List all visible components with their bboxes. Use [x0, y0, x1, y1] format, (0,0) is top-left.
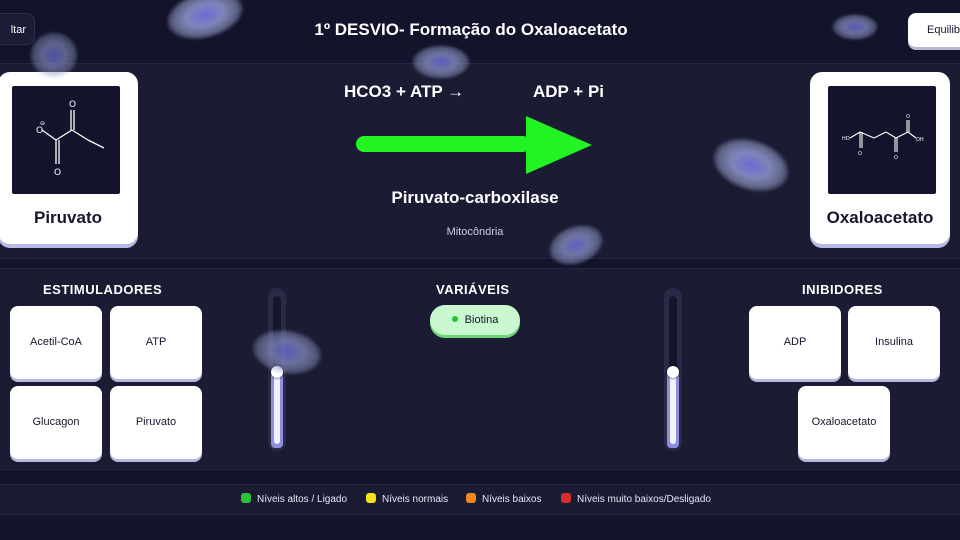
stimulators-title: ESTIMULADORES: [43, 282, 163, 297]
legend-item: Níveis baixos: [466, 493, 542, 505]
reaction-inputs: HCO3 + ATP →: [344, 82, 465, 101]
location-label: Mitocôndria: [446, 226, 504, 238]
svg-text:O: O: [858, 151, 862, 157]
legend-bar: Níveis altos / Ligado Níveis normais Nív…: [0, 484, 960, 515]
legend-label: Níveis muito baixos/Desligado: [577, 494, 711, 505]
chip-label: Biotina: [464, 314, 499, 326]
inhibitor-card[interactable]: Oxaloacetato: [798, 386, 890, 459]
substrate-card[interactable]: O ⊖ O O Piruvato: [0, 72, 138, 244]
slider-thumb[interactable]: [667, 366, 679, 378]
stimulator-card[interactable]: Glucagon: [10, 386, 102, 459]
inhibitor-card[interactable]: ADP: [749, 306, 841, 379]
legend-swatch: [366, 493, 376, 504]
svg-text:O: O: [894, 155, 898, 161]
svg-text:OH: OH: [916, 137, 924, 143]
legend-label: Níveis normais: [382, 494, 449, 505]
inhibitor-level-slider[interactable]: [664, 288, 682, 451]
svg-text:⊖: ⊖: [40, 120, 45, 127]
slider-fill: [667, 369, 679, 448]
svg-text:O: O: [906, 114, 910, 120]
legend-swatch: [561, 493, 571, 504]
slider-fill: [271, 369, 283, 448]
oxaloacetate-structure-icon: HO O O O OH: [828, 86, 936, 194]
legend-swatch: [241, 493, 251, 504]
substrate-name: Piruvato: [33, 208, 103, 227]
status-dot-icon: [451, 316, 458, 323]
svg-text:HO: HO: [842, 136, 850, 142]
inhibitors-title: INIBIDORES: [802, 282, 883, 297]
stimulator-card[interactable]: ATP: [110, 306, 202, 379]
stimulator-level-slider[interactable]: [268, 288, 286, 451]
slider-thumb[interactable]: [271, 366, 283, 378]
variables-title: VARIÁVEIS: [436, 282, 510, 297]
legend-label: Níveis altos / Ligado: [257, 494, 348, 505]
svg-text:O: O: [36, 126, 43, 136]
svg-text:O: O: [69, 100, 76, 110]
legend-item: Níveis altos / Ligado: [241, 493, 348, 505]
page-title: 1º DESVIO- Formação do Oxaloacetato: [314, 20, 628, 39]
legend-item: Níveis normais: [366, 493, 449, 505]
equilibrium-button[interactable]: Equilib: [908, 13, 960, 47]
product-name: Oxaloacetato: [826, 208, 934, 227]
stimulator-card[interactable]: Acetil-CoA: [10, 306, 102, 379]
svg-text:O: O: [54, 168, 61, 178]
stimulator-card[interactable]: Piruvato: [110, 386, 202, 459]
product-card[interactable]: HO O O O OH Oxaloacetato: [810, 72, 950, 244]
biotina-chip[interactable]: Biotina: [430, 305, 520, 335]
reaction-outputs: ADP + Pi: [533, 82, 605, 101]
legend-item: Níveis muito baixos/Desligado: [561, 493, 711, 505]
legend-label: Níveis baixos: [482, 494, 542, 505]
enzyme-name: Piruvato-carboxilase: [391, 188, 559, 207]
pyruvate-structure-icon: O ⊖ O O: [12, 86, 120, 194]
reaction-arrow-icon: [356, 116, 592, 174]
inhibitor-card[interactable]: Insulina: [848, 306, 940, 379]
legend-swatch: [466, 493, 476, 504]
